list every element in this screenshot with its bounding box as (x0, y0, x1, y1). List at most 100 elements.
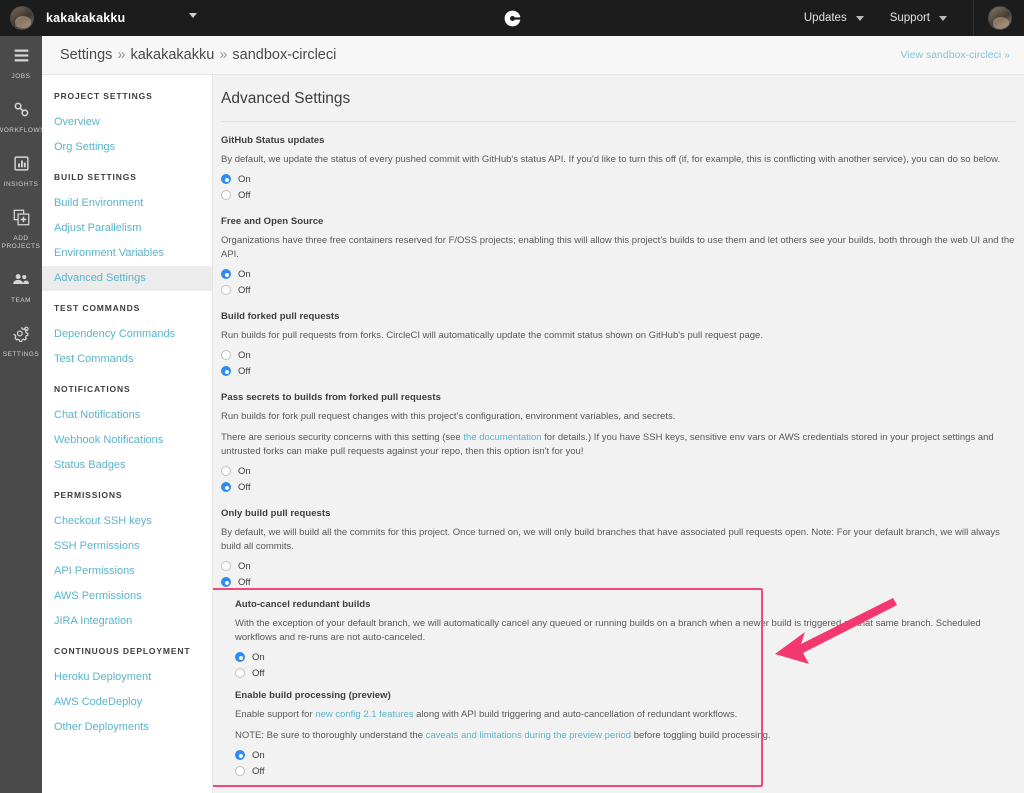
rail-item-settings[interactable]: SETTINGS (0, 314, 42, 368)
section-description: There are serious security concerns with… (221, 432, 994, 457)
radio-button-off[interactable] (235, 766, 245, 776)
radio-option-off[interactable]: Off (221, 363, 1016, 379)
radio-option-on[interactable]: On (235, 649, 1002, 665)
rail-item-add-projects[interactable]: ADD PROJECTS (0, 198, 42, 260)
radio-button-off[interactable] (221, 190, 231, 200)
radio-option-off[interactable]: Off (221, 479, 1016, 495)
sidebar-item-environment-variables[interactable]: Environment Variables (42, 241, 212, 266)
list-icon (13, 47, 30, 68)
radio-button-off[interactable] (235, 668, 245, 678)
sidebar-item-webhook-notifications[interactable]: Webhook Notifications (42, 428, 212, 453)
sidebar-item-aws-permissions[interactable]: AWS Permissions (42, 584, 212, 609)
nav-group-header: NOTIFICATIONS (54, 384, 131, 394)
radio-label: Off (238, 365, 251, 377)
section-heading: Free and Open Source (221, 216, 324, 227)
radio-label: Off (238, 284, 251, 296)
sidebar-item-org-settings[interactable]: Org Settings (42, 135, 212, 160)
radio-button-off[interactable] (221, 577, 231, 587)
icon-rail: JOBS WORKFLOWS INSIGHTS ADD PROJECTS TEAM SETT… (0, 36, 44, 793)
org-switcher[interactable]: kakakakakku (0, 0, 213, 36)
radio-option-off[interactable]: Off (221, 574, 1016, 590)
radio-option-off[interactable]: Off (235, 665, 1002, 681)
nav-group-header: PERMISSIONS (54, 490, 123, 500)
view-project-link[interactable]: View sandbox-circleci » (900, 49, 1010, 61)
sidebar-item-overview[interactable]: Overview (42, 110, 212, 135)
inline-link[interactable]: new config 2.1 features (315, 709, 413, 720)
rail-item-label: INSIGHTS (3, 181, 39, 188)
updates-menu[interactable]: Updates (804, 12, 864, 24)
breadcrumb-item-1[interactable]: kakakakakku (130, 47, 214, 63)
radio-label: Off (252, 667, 265, 679)
radio-label: Off (238, 189, 251, 201)
breadcrumb-item-2: sandbox-circleci (232, 47, 337, 63)
radio-label: Off (252, 765, 265, 777)
avatar (10, 6, 34, 30)
sidebar-item-api-permissions[interactable]: API Permissions (42, 559, 212, 584)
rail-item-jobs[interactable]: JOBS (0, 36, 42, 90)
org-name: kakakakakku (46, 11, 126, 25)
main-panel: Advanced Settings GitHub Status updates B… (213, 75, 1024, 793)
rail-item-team[interactable]: TEAM (0, 260, 42, 314)
section-heading: Pass secrets to builds from forked pull … (221, 392, 441, 403)
radio-label: On (252, 749, 265, 761)
radio-button-on[interactable] (221, 174, 231, 184)
setting-section: Pass secrets to builds from forked pull … (221, 379, 1016, 495)
rail-item-insights[interactable]: INSIGHTS (0, 144, 42, 198)
radio-option-on[interactable]: On (221, 171, 1016, 187)
sidebar-item-checkout-ssh-keys[interactable]: Checkout SSH keys (42, 509, 212, 534)
inline-link[interactable]: caveats and limitations during the previ… (426, 730, 631, 741)
sidebar-item-other-deployments[interactable]: Other Deployments (42, 715, 212, 740)
radio-button-on[interactable] (221, 466, 231, 476)
radio-button-off[interactable] (221, 366, 231, 376)
radio-button-on[interactable] (235, 652, 245, 662)
section-description: By default, we update the status of ever… (221, 154, 1001, 165)
sidebar-item-aws-codedeploy[interactable]: AWS CodeDeploy (42, 690, 212, 715)
radio-label: Off (238, 576, 251, 588)
inline-link[interactable]: the documentation (463, 432, 541, 443)
section-description: With the exception of your default branc… (235, 618, 981, 643)
sidebar-item-chat-notifications[interactable]: Chat Notifications (42, 403, 212, 428)
sidebar-item-dependency-commands[interactable]: Dependency Commands (42, 322, 212, 347)
sidebar-item-test-commands[interactable]: Test Commands (42, 347, 212, 372)
radio-group: On Off (235, 747, 1002, 779)
sidebar-item-build-environment[interactable]: Build Environment (42, 191, 212, 216)
breadcrumb-separator: » (219, 47, 228, 63)
section-description: Run builds for fork pull request changes… (221, 411, 676, 422)
radio-option-on[interactable]: On (221, 266, 1016, 282)
user-avatar[interactable] (988, 6, 1012, 30)
sidebar-item-heroku-deployment[interactable]: Heroku Deployment (42, 665, 212, 690)
radio-button-on[interactable] (221, 269, 231, 279)
section-heading: GitHub Status updates (221, 135, 325, 146)
radio-button-on[interactable] (221, 561, 231, 571)
radio-label: On (238, 560, 251, 572)
radio-option-on[interactable]: On (221, 463, 1016, 479)
settings-sidebar: PROJECT SETTINGS Overview Org Settings BUIL… (42, 75, 213, 793)
sidebar-item-ssh-permissions[interactable]: SSH Permissions (42, 534, 212, 559)
radio-option-on[interactable]: On (235, 747, 1002, 763)
radio-button-on[interactable] (235, 750, 245, 760)
setting-section: Build forked pull requests Run builds for… (221, 298, 1016, 379)
radio-button-off[interactable] (221, 482, 231, 492)
support-menu[interactable]: Support (890, 12, 947, 24)
rail-item-workflows[interactable]: WORKFLOWS (0, 90, 44, 144)
section-description: Organizations have three free containers… (221, 235, 1015, 260)
radio-option-off[interactable]: Off (221, 187, 1016, 203)
radio-label: On (238, 349, 251, 361)
chevron-down-icon[interactable] (189, 13, 197, 18)
radio-button-on[interactable] (221, 350, 231, 360)
breadcrumb-item-0[interactable]: Settings (60, 47, 112, 63)
sidebar-item-advanced-settings[interactable]: Advanced Settings (42, 266, 212, 291)
page-title: Advanced Settings (221, 90, 351, 107)
sidebar-item-status-badges[interactable]: Status Badges (42, 453, 212, 478)
radio-button-off[interactable] (221, 285, 231, 295)
setting-section: Enable build processing (preview) Enable … (221, 681, 1016, 779)
radio-option-on[interactable]: On (221, 347, 1016, 363)
radio-option-on[interactable]: On (221, 558, 1016, 574)
radio-option-off[interactable]: Off (221, 282, 1016, 298)
sidebar-item-jira-integration[interactable]: JIRA Integration (42, 609, 212, 634)
nav-group-header: TEST COMMANDS (54, 303, 141, 313)
radio-option-off[interactable]: Off (235, 763, 1002, 779)
updates-label: Updates (803, 12, 847, 24)
gear-icon (12, 325, 30, 346)
sidebar-item-adjust-parallelism[interactable]: Adjust Parallelism (42, 216, 212, 241)
